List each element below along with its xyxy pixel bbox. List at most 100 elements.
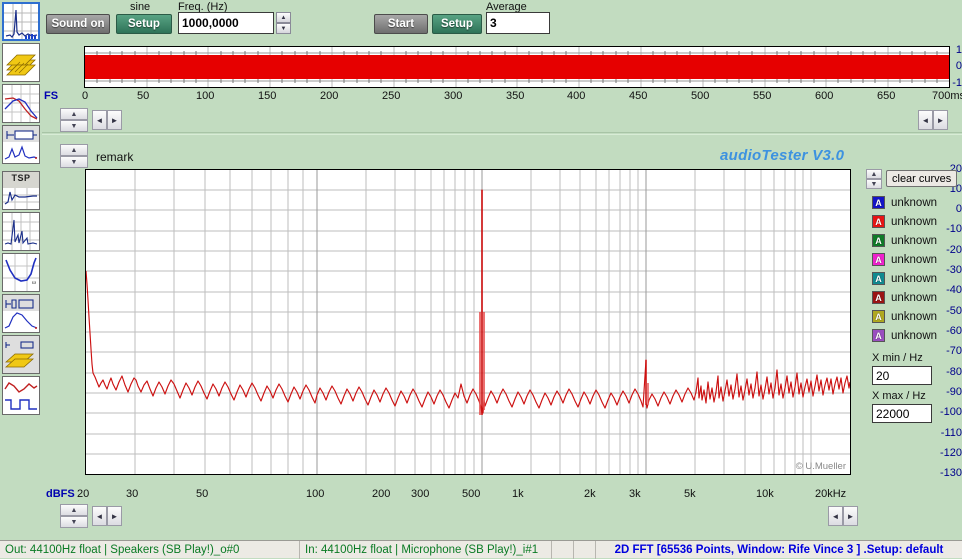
fft-zoom-up-icon[interactable]: ▲ [60, 144, 88, 156]
sidebar-item-waterfall-decay[interactable] [2, 335, 40, 374]
fft-x-tick: 20 [77, 488, 90, 500]
dbfs-units-label: dBFS [46, 488, 75, 500]
scope-scroll-right-icon[interactable]: ► [933, 110, 948, 130]
waterfall-3d-icon [3, 44, 39, 81]
scope-x-tick: 250 [382, 90, 401, 102]
fft-zoom-in-icon[interactable]: ▲ [60, 504, 88, 516]
scope-x-tick: 300 [444, 90, 463, 102]
legend-row-3[interactable]: A unknown [872, 231, 937, 250]
impedance-sweep-icon [3, 126, 39, 163]
scope-x-tick: 200 [320, 90, 339, 102]
fft-plot-area[interactable]: © U.Mueller [85, 169, 851, 475]
sidebar-item-label: TSP [11, 173, 31, 183]
fft-scroll-right-icon[interactable]: ► [843, 506, 858, 526]
fft-x-tick: 5k [684, 488, 696, 500]
average-input[interactable]: 3 [486, 12, 550, 34]
fft-scroll-left-right[interactable]: ◄ ► [828, 506, 858, 526]
sidebar-item-impulse-response[interactable] [2, 294, 40, 333]
app-brand-title: audioTester V3.0 [720, 147, 845, 164]
fft-x-tick: 1k [512, 488, 524, 500]
fft-zoom-down-icon[interactable]: ▼ [60, 156, 88, 168]
fft-x-tick: 500 [462, 488, 481, 500]
legend-row-7[interactable]: A unknown [872, 307, 937, 326]
fft-vertical-zoom-stepper[interactable]: ▲ ▼ [60, 144, 88, 168]
fft-x-tick: 10k [756, 488, 774, 500]
fft-x-tick: 20kHz [815, 488, 847, 500]
legend-row-1[interactable]: A unknown [872, 193, 937, 212]
curve-color-swatch-1[interactable]: A [872, 196, 885, 209]
legend-row-5[interactable]: A unknown [872, 269, 937, 288]
status-analysis-mode: 2D FFT [65536 Points, Window: Rife Vince… [614, 543, 944, 556]
clear-curves-button[interactable]: clear curves [886, 170, 958, 187]
copyright-label: © U.Mueller [795, 461, 846, 472]
scope-vertical-zoom-stepper[interactable]: ▲ ▼ [60, 108, 88, 132]
scope-trace [85, 47, 949, 87]
xmax-input[interactable]: 22000 [872, 404, 932, 423]
sound-on-button[interactable]: Sound on [46, 14, 110, 34]
curve-color-swatch-6[interactable]: A [872, 291, 885, 304]
fft-x-tick: 300 [411, 488, 430, 500]
scope-x-tick: 400 [567, 90, 586, 102]
top-toolbar: Sound on Setup sine Freq. (Hz) 1000,0000… [44, 0, 962, 38]
sidebar-item-impedance-sweep[interactable] [2, 125, 40, 164]
sidebar-item-spectrum-2d-fft[interactable] [2, 2, 40, 41]
fft-scroll-left-icon[interactable]: ◄ [828, 506, 843, 526]
legend-row-6[interactable]: A unknown [872, 288, 937, 307]
sidebar-item-waterfall-3d[interactable] [2, 43, 40, 82]
sidebar-item-tsp-measurement[interactable]: TSP [2, 171, 40, 210]
analyzer-setup-button[interactable]: Setup [432, 14, 482, 34]
fft-x-tick: 3k [629, 488, 641, 500]
curve-label-7: unknown [891, 310, 938, 323]
sidebar-item-oscilloscope-dual[interactable] [2, 376, 40, 415]
legend-row-4[interactable]: A unknown [872, 250, 937, 269]
impulse-response-icon [3, 295, 39, 332]
legend-row-2[interactable]: A unknown [872, 212, 937, 231]
curve-select-stepper[interactable]: ▲ ▼ [866, 169, 882, 189]
fft-x-tick: 200 [372, 488, 391, 500]
scope-x-tick: 350 [506, 90, 525, 102]
scope-zoom-up-icon[interactable]: ▲ [60, 108, 88, 120]
xmin-input[interactable]: 20 [872, 366, 932, 385]
remark-label[interactable]: remark [96, 150, 133, 164]
curve-label-4: unknown [891, 253, 938, 266]
scope-pan-right-icon[interactable]: ► [107, 110, 122, 130]
time-domain-scope: 1 0 -1 0 50 100 150 200 250 300 350 400 … [44, 40, 962, 138]
sidebar-item-multitone-spectrum[interactable] [2, 212, 40, 251]
scope-pan-left-right[interactable]: ◄ ► [92, 110, 122, 130]
freq-stepper[interactable]: ▲ ▼ [276, 12, 291, 34]
scope-x-tick: 450 [629, 90, 648, 102]
fft-zoom-out-icon[interactable]: ▼ [60, 516, 88, 528]
fft-pan-left-icon[interactable]: ◄ [92, 506, 107, 526]
freq-step-down-icon[interactable]: ▼ [276, 23, 291, 34]
scope-scroll-left-icon[interactable]: ◄ [918, 110, 933, 130]
curve-select-down-icon[interactable]: ▼ [866, 179, 882, 189]
sidebar-item-distortion-thd[interactable]: ω [2, 253, 40, 292]
curve-color-swatch-8[interactable]: A [872, 329, 885, 342]
freq-step-up-icon[interactable]: ▲ [276, 12, 291, 23]
scope-plot-area[interactable] [84, 46, 950, 88]
fft-x-tick: 2k [584, 488, 596, 500]
fft-pan-right-icon[interactable]: ► [107, 506, 122, 526]
fft-pan-left-right[interactable]: ◄ ► [92, 506, 122, 526]
curve-select-up-icon[interactable]: ▲ [866, 169, 882, 179]
curve-color-swatch-3[interactable]: A [872, 234, 885, 247]
sidebar-item-frequency-response[interactable] [2, 84, 40, 123]
scope-x-tick: 700ms [932, 90, 962, 102]
start-button[interactable]: Start [374, 14, 428, 34]
scope-scroll-left-right[interactable]: ◄ ► [918, 110, 948, 130]
freq-input[interactable]: 1000,0000 [178, 12, 274, 34]
scope-pan-left-icon[interactable]: ◄ [92, 110, 107, 130]
curve-color-swatch-2[interactable]: A [872, 215, 885, 228]
scope-x-tick: 150 [258, 90, 277, 102]
spectrum-chart-icon [4, 4, 38, 39]
curve-color-swatch-5[interactable]: A [872, 272, 885, 285]
curve-color-swatch-4[interactable]: A [872, 253, 885, 266]
status-spacer-1 [552, 540, 574, 559]
legend-row-8[interactable]: A unknown [872, 326, 937, 345]
generator-setup-button[interactable]: Setup [116, 14, 172, 34]
scope-zoom-down-icon[interactable]: ▼ [60, 120, 88, 132]
curve-color-swatch-7[interactable]: A [872, 310, 885, 323]
fft-horizontal-zoom-stepper[interactable]: ▲ ▼ [60, 504, 88, 528]
status-output-device: Out: 44100Hz float | Speakers (SB Play!)… [0, 540, 300, 559]
fft-x-tick: 100 [306, 488, 325, 500]
